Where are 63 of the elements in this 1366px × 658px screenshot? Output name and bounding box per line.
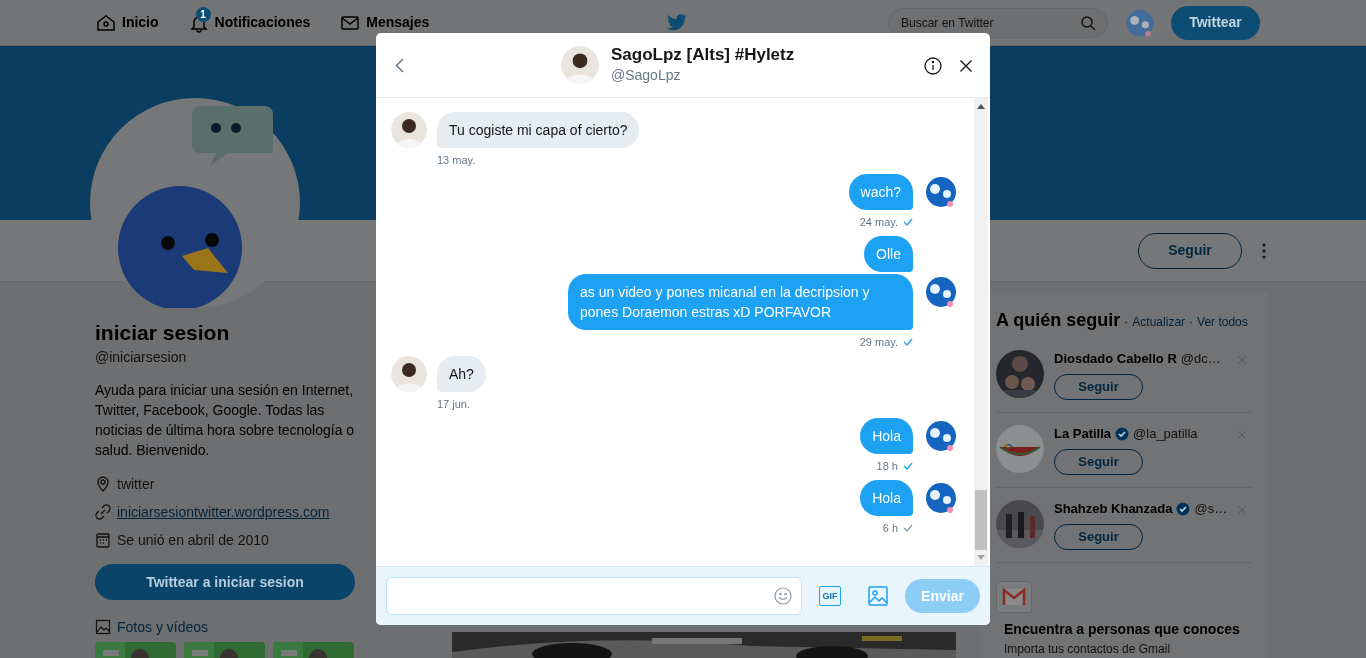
separator-dot: · xyxy=(1189,314,1194,331)
account-handle: @la_patilla xyxy=(1133,425,1198,444)
scrollbar[interactable] xyxy=(974,98,988,566)
message-bubble: Olle xyxy=(864,236,913,272)
message-input[interactable] xyxy=(386,577,802,615)
message-bubble: Hola xyxy=(860,480,913,516)
message-bubble: Hola xyxy=(860,418,913,454)
tweet-to-button[interactable]: Twittear a iniciar sesion xyxy=(95,564,355,600)
message-time: 29 may. xyxy=(859,334,898,350)
tweet-button[interactable]: Twittear xyxy=(1171,5,1260,40)
find-people-subtitle: Importa tus contactos de Gmail xyxy=(1004,641,1172,658)
profile-bio: Ayuda para iniciar una sesión en Internet, Twitter, Facebook, Google. Todas las noticias de última hora sobre tecnología o salud. Bienvenido. xyxy=(95,381,356,460)
scrollbar-thumb[interactable] xyxy=(975,490,987,550)
message-time: 24 may. xyxy=(859,214,898,230)
profile-detail: twitter xyxy=(117,474,155,494)
profile-handle: @iniciarsesion xyxy=(95,348,188,367)
link-icon xyxy=(95,504,111,520)
account-name[interactable]: Diosdado Cabello R xyxy=(1054,349,1177,369)
profile-detail: Se unió en abril de 2010 xyxy=(117,530,269,550)
conversation-handle: @SagoLpz xyxy=(611,66,682,85)
message-bubble: wach? xyxy=(848,174,913,210)
find-people-title[interactable]: Encuentra a personas que conoces xyxy=(1004,619,1252,640)
notification-badge: 1 xyxy=(195,6,211,22)
message-time: 13 may. xyxy=(437,152,476,168)
close-icon[interactable] xyxy=(960,60,972,72)
bird-logo-icon[interactable] xyxy=(666,13,688,32)
message-bubble: Ah? xyxy=(437,356,486,392)
message-bubble: Tu cogiste mi capa of cierto? xyxy=(437,112,640,148)
calendar-icon xyxy=(95,532,111,548)
nav-link[interactable]: Inicio xyxy=(122,12,159,33)
message-time: 18 h xyxy=(876,458,898,474)
message-bubble: as un video y pones micanal en la decripsion y pones Doraemon estras xD PORFAVOR xyxy=(568,274,913,330)
account-name[interactable]: Shahzeb Khanzada xyxy=(1054,499,1173,519)
account-handle: @s… xyxy=(1194,500,1228,519)
message-time: 17 jun. xyxy=(437,396,471,412)
section-title: A quién seguir xyxy=(996,309,1121,332)
image-icon[interactable] xyxy=(868,586,888,606)
emoji-icon[interactable] xyxy=(774,587,792,605)
home-icon xyxy=(96,12,116,33)
profile-name: iniciar sesion xyxy=(95,320,231,346)
search-field[interactable]: Buscar en Twitter xyxy=(888,7,1108,38)
conversation-name: SagoLpz [Alts] #Hyletz xyxy=(611,44,795,65)
info-icon[interactable] xyxy=(924,57,942,75)
avatar xyxy=(561,46,599,84)
view-all-link[interactable]: Ver todos xyxy=(1197,313,1248,331)
nav-link[interactable]: Mensajes xyxy=(366,12,430,33)
more-icon[interactable] xyxy=(1262,242,1266,259)
media-link[interactable]: Fotos y vídeos xyxy=(117,616,209,638)
account-name[interactable]: La Patilla xyxy=(1054,424,1112,444)
image-icon xyxy=(95,619,111,635)
scroll-up-icon[interactable] xyxy=(977,103,985,109)
location-icon xyxy=(95,476,111,492)
search-icon xyxy=(1080,14,1096,31)
gmail-icon xyxy=(996,581,1032,613)
message-time: 6 h xyxy=(882,520,898,536)
scroll-down-icon[interactable] xyxy=(977,555,985,561)
account-handle: @dc… xyxy=(1180,350,1221,369)
refresh-link[interactable]: Actualizar xyxy=(1132,313,1186,331)
nav-link[interactable]: Notificaciones xyxy=(214,12,311,33)
back-icon[interactable] xyxy=(395,58,404,73)
separator-dot: · xyxy=(1124,314,1129,331)
website-link[interactable]: iniciarsesiontwitter.wordpress.com xyxy=(117,501,330,523)
gif-button[interactable]: GIF xyxy=(819,586,841,606)
